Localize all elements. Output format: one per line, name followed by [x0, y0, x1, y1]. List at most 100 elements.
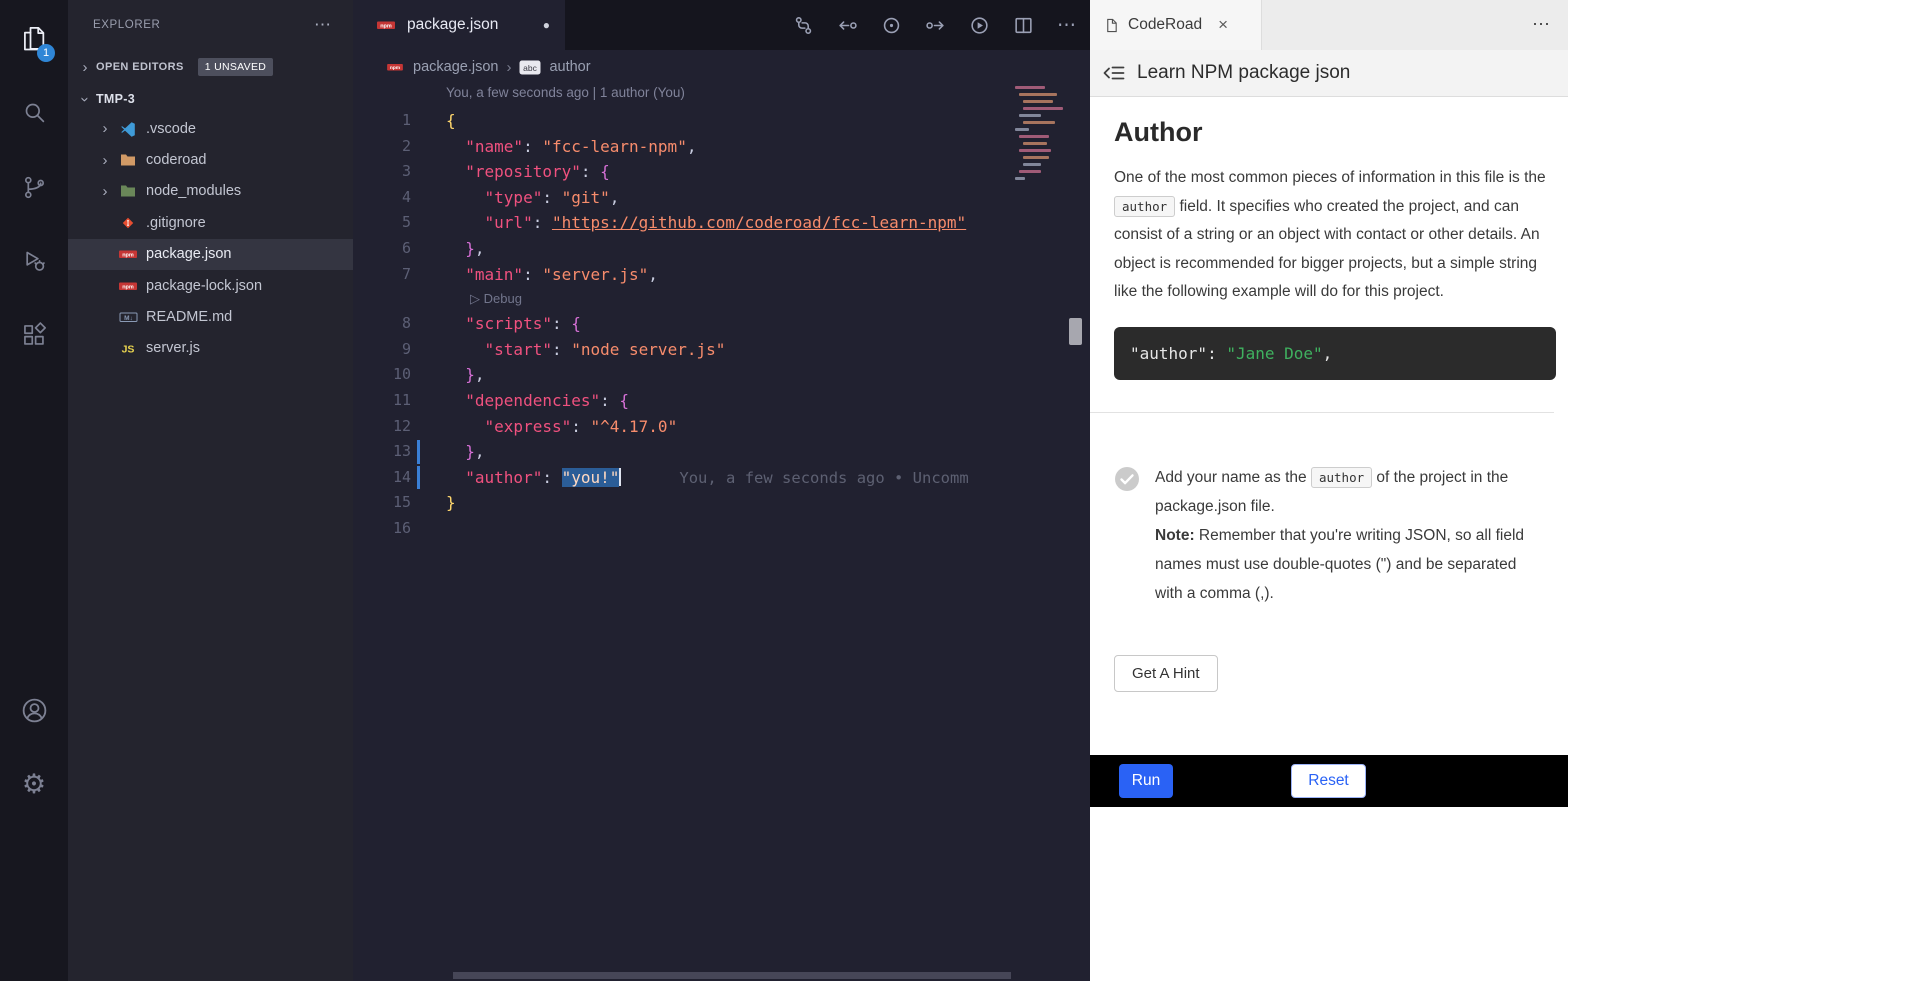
codelens-debug[interactable]: ▷ Debug	[353, 287, 1090, 311]
token-pu	[446, 239, 465, 258]
tree-item-label: .vscode	[146, 121, 196, 137]
token-pu: ,	[475, 442, 485, 461]
folder-icon	[118, 152, 138, 168]
line-number: 15	[353, 490, 411, 516]
get-hint-button[interactable]: Get A Hint	[1114, 655, 1218, 692]
breadcrumb-symbol[interactable]: author	[549, 59, 590, 75]
editor-more-actions-icon[interactable]: ⋯	[1057, 14, 1076, 37]
tree-item-label: server.js	[146, 340, 200, 356]
line-number: 14	[353, 465, 411, 491]
code-line: 5 "url": "https://github.com/coderoad/fc…	[353, 210, 1090, 236]
code-line: 1{	[353, 108, 1090, 134]
minimap-line	[1019, 114, 1041, 117]
sidebar-item-search[interactable]	[0, 83, 68, 141]
run-button[interactable]: Run	[1119, 764, 1173, 798]
tree-item-README.md[interactable]: M↓README.md	[68, 301, 353, 332]
close-icon[interactable]: ×	[1218, 15, 1228, 35]
token-key: "start"	[485, 340, 552, 359]
npm-icon: npm	[118, 278, 138, 294]
token-pu	[446, 188, 485, 207]
token-pu	[446, 314, 465, 333]
explorer-badge: 1	[37, 44, 55, 62]
project-root[interactable]: › TMP-3	[68, 87, 353, 111]
lesson-body: One of the most common pieces of informa…	[1114, 164, 1556, 307]
open-editors-label: OPEN EDITORS	[96, 61, 184, 73]
run-code-icon[interactable]	[969, 15, 990, 36]
source-control-icon	[21, 174, 48, 201]
tree-item-package.json[interactable]: npmpackage.json	[68, 239, 353, 270]
breadcrumb: npm package.json › abc author	[353, 52, 1090, 82]
tree-item-coderoad[interactable]: ›coderoad	[68, 144, 353, 175]
editor-tab-bar: npm package.json ●	[353, 0, 1090, 50]
token-pu	[446, 365, 465, 384]
token-pu: :	[542, 468, 561, 487]
token-key: "main"	[465, 265, 523, 284]
sidebar-item-explorer[interactable]: 1	[0, 10, 68, 68]
svg-text:npm: npm	[122, 284, 134, 290]
code-lines[interactable]: 1{2 "name": "fcc-learn-npm",3 "repositor…	[353, 108, 1090, 542]
code-line: 10 },	[353, 362, 1090, 388]
coderoad-panel: CodeRoad × ⋯ Learn NPM package json Auth…	[1090, 0, 1568, 981]
code-line: 6 },	[353, 236, 1090, 262]
token-pu	[446, 162, 465, 181]
line-number: 16	[353, 516, 411, 542]
minimap[interactable]	[1015, 86, 1073, 206]
js-icon: JS	[118, 340, 138, 356]
code-text: "author": "you!"You, a few seconds ago •…	[446, 465, 969, 492]
tab-coderoad[interactable]: CodeRoad ×	[1090, 0, 1262, 50]
line-number: 5	[353, 210, 411, 236]
lesson-content: Author One of the most common pieces of …	[1090, 97, 1568, 692]
breadcrumb-file[interactable]: package.json	[413, 59, 498, 75]
back-to-lessons-icon[interactable]	[1103, 64, 1125, 82]
task-item: Add your name as the author of the proje…	[1114, 463, 1544, 608]
dirty-dot-icon[interactable]: ●	[543, 18, 550, 32]
open-editors-section[interactable]: › OPEN EDITORS 1 UNSAVED	[68, 55, 353, 79]
explorer-sidebar: EXPLORER ⋯ › OPEN EDITORS 1 UNSAVED › TM…	[68, 0, 353, 981]
next-change-icon[interactable]	[925, 15, 946, 36]
npm-icon: npm	[385, 60, 405, 74]
split-editor-icon[interactable]	[1013, 15, 1034, 36]
scrollbar-thumb[interactable]	[1069, 318, 1082, 345]
token-pu: :	[600, 391, 619, 410]
editor-actions: ⋯	[793, 0, 1076, 50]
text-run: One of the most common pieces of informa…	[1114, 169, 1546, 186]
minimap-line	[1019, 93, 1057, 96]
code-text: "main": "server.js",	[446, 262, 658, 288]
tree-item-.vscode[interactable]: ›.vscode	[68, 113, 353, 144]
token-pu: ,	[475, 365, 485, 384]
minimap-line	[1023, 121, 1055, 124]
coderoad-footer: Run Reset	[1090, 755, 1568, 807]
reset-button[interactable]: Reset	[1291, 764, 1366, 798]
tree-item-node_modules[interactable]: ›node_modules	[68, 176, 353, 207]
minimap-line	[1023, 107, 1063, 110]
npm-icon: npm	[375, 17, 397, 33]
settings-button[interactable]: ⚙	[0, 755, 68, 813]
previous-change-icon[interactable]	[837, 15, 858, 36]
tree-item-server.js[interactable]: JS server.js	[68, 333, 353, 364]
horizontal-scrollbar[interactable]	[453, 972, 1011, 979]
token-pu: :	[533, 213, 552, 232]
code-line: 12 "express": "^4.17.0"	[353, 414, 1090, 440]
tab-package-json[interactable]: npm package.json ●	[353, 0, 565, 50]
tree-item-package-lock.json[interactable]: npmpackage-lock.json	[68, 270, 353, 301]
line-number: 2	[353, 134, 411, 160]
git-compare-icon[interactable]	[793, 15, 814, 36]
inline-code-chip: author	[1114, 196, 1175, 217]
panel-more-actions-icon[interactable]: ⋯	[1532, 14, 1550, 35]
coderoad-tab-bar: CodeRoad × ⋯	[1090, 0, 1568, 50]
sidebar-item-source-control[interactable]	[0, 158, 68, 216]
code-text: "type": "git",	[446, 185, 619, 211]
inline-code-chip: author	[1311, 467, 1372, 488]
code-line: 16	[353, 516, 1090, 542]
tree-item-.gitignore[interactable]: .gitignore	[68, 207, 353, 238]
project-root-label: TMP-3	[96, 92, 135, 106]
accounts-button[interactable]	[0, 681, 68, 739]
token-b2: {	[571, 314, 581, 333]
token-pu: :	[542, 188, 561, 207]
token-b2: }	[465, 442, 475, 461]
sidebar-item-extensions[interactable]	[0, 306, 68, 364]
token-ghost: You, a few seconds ago • Uncomm	[679, 469, 968, 487]
sidebar-item-run-debug[interactable]	[0, 232, 68, 290]
explorer-more-actions-icon[interactable]: ⋯	[314, 15, 331, 35]
open-changes-icon[interactable]	[881, 15, 902, 36]
